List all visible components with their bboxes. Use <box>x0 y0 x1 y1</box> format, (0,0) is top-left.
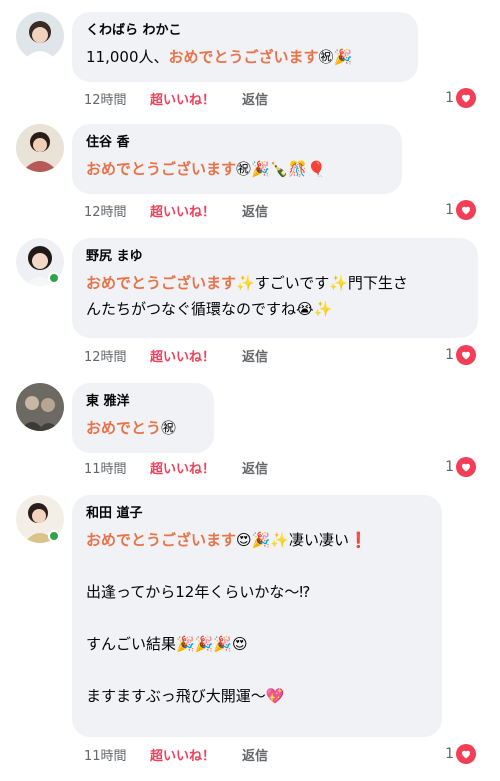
comment-text: おめでとうございます😍🎉✨凄い凄い❗ <box>86 531 368 549</box>
heart-icon[interactable] <box>456 744 476 764</box>
reaction-button[interactable]: 超いいね！ <box>150 458 242 477</box>
comment-text: おめでとう㊗ <box>86 419 177 437</box>
reply-button[interactable]: 返信 <box>242 458 268 477</box>
reaction-button[interactable]: 超いいね！ <box>150 346 242 365</box>
avatar[interactable] <box>16 124 64 172</box>
comment-author[interactable]: 住谷 香 <box>86 134 388 152</box>
comment-text: 11,000人、おめでとうございます㊗🎉 <box>86 48 353 66</box>
comment-bubble: くわばら わかこ 11,000人、おめでとうございます㊗🎉 <box>72 12 418 82</box>
comment-meta: 11時間 超いいね！ 返信 1 <box>84 455 488 479</box>
comment-time[interactable]: 12時間 <box>84 346 150 365</box>
comment-text: おめでとうございます✨すごいです✨門下生さ <box>86 274 408 292</box>
comment-text: んたちがつなぐ循環なのですね😭✨ <box>86 300 333 318</box>
comment-text: 出逢ってから12年くらいかな〜⁉ <box>86 583 311 601</box>
comment-author[interactable]: 和田 道子 <box>86 505 428 523</box>
reply-button[interactable]: 返信 <box>242 745 268 764</box>
reaction-button[interactable]: 超いいね！ <box>150 89 242 108</box>
avatar[interactable] <box>16 12 64 60</box>
heart-icon[interactable] <box>456 345 476 365</box>
comment-time[interactable]: 11時間 <box>84 745 150 764</box>
comment-time[interactable]: 12時間 <box>84 201 150 220</box>
reaction-button[interactable]: 超いいね！ <box>150 201 242 220</box>
heart-icon[interactable] <box>456 88 476 108</box>
comment-author[interactable]: 野尻 まゆ <box>86 248 464 266</box>
comment-text: おめでとうございます㊗🎉🍾🎊🎈 <box>86 160 326 178</box>
heart-icon[interactable] <box>456 457 476 477</box>
like-count: 1 <box>445 347 454 363</box>
online-indicator <box>48 530 60 542</box>
like-count: 1 <box>445 202 454 218</box>
comment-author[interactable]: 東 雅洋 <box>86 393 200 411</box>
comment-time[interactable]: 12時間 <box>84 89 150 108</box>
comment-time[interactable]: 11時間 <box>84 458 150 477</box>
like-count: 1 <box>445 746 454 762</box>
comment-bubble: 住谷 香 おめでとうございます㊗🎉🍾🎊🎈 <box>72 124 402 194</box>
comment-text: すんごい結果🎉🎉🎉😍 <box>86 635 248 653</box>
comment-bubble: 野尻 まゆ おめでとうございます✨すごいです✨門下生さ んたちがつなぐ循環なので… <box>72 238 478 338</box>
like-count: 1 <box>445 90 454 106</box>
comment-meta: 11時間 超いいね！ 返信 1 <box>84 742 488 766</box>
comment-meta: 12時間 超いいね！ 返信 1 <box>84 343 488 367</box>
online-indicator <box>48 272 60 284</box>
avatar[interactable] <box>16 383 64 431</box>
comment-meta: 12時間 超いいね！ 返信 1 <box>84 198 488 222</box>
reply-button[interactable]: 返信 <box>242 346 268 365</box>
heart-icon[interactable] <box>456 200 476 220</box>
comment-author[interactable]: くわばら わかこ <box>86 22 404 40</box>
comment-meta: 12時間 超いいね！ 返信 1 <box>84 86 488 110</box>
reaction-button[interactable]: 超いいね！ <box>150 745 242 764</box>
reply-button[interactable]: 返信 <box>242 201 268 220</box>
like-count: 1 <box>445 459 454 475</box>
comment-bubble: 和田 道子 おめでとうございます😍🎉✨凄い凄い❗ 出逢ってから12年くらいかな〜… <box>72 495 442 737</box>
reply-button[interactable]: 返信 <box>242 89 268 108</box>
comment-bubble: 東 雅洋 おめでとう㊗ <box>72 383 214 453</box>
comment-text: ますますぶっ飛び大開運〜💖 <box>86 687 285 705</box>
